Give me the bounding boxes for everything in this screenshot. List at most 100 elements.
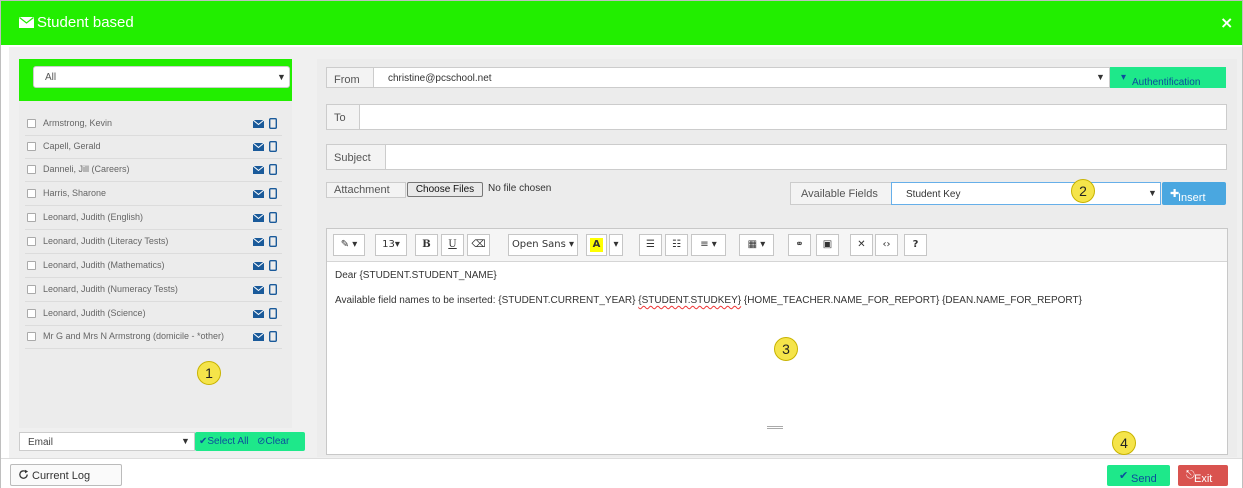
recipient-filter-value: All xyxy=(45,72,57,83)
recipient-checkbox[interactable] xyxy=(27,119,36,128)
from-value: christine@pcschool.net xyxy=(388,73,492,84)
recipient-name: Capell, Gerald xyxy=(43,141,101,151)
list-item[interactable]: Leonard, Judith (English) xyxy=(25,208,282,230)
font-family-button[interactable]: Open Sans ▾ xyxy=(508,234,578,256)
authentification-label: Authentification xyxy=(1132,77,1201,88)
recipient-checkbox[interactable] xyxy=(27,261,36,270)
list-item[interactable]: Danneli, Jill (Careers) xyxy=(25,160,282,182)
insert-label: Insert xyxy=(1178,192,1206,204)
subject-input[interactable] xyxy=(385,144,1227,170)
subject-label: Subject xyxy=(326,144,386,170)
envelope-icon xyxy=(253,310,264,318)
to-input[interactable] xyxy=(359,104,1227,130)
underline-button[interactable]: U xyxy=(441,234,464,256)
font-family-value: Open Sans xyxy=(511,239,566,250)
caret-down-icon: ▼ xyxy=(1148,188,1157,198)
from-label: From xyxy=(326,67,374,88)
callout-badge-2: 2 xyxy=(1071,179,1095,203)
caret-down-icon: ▼ xyxy=(181,436,190,446)
from-label-text: From xyxy=(334,74,360,86)
send-button[interactable]: ✔ Send xyxy=(1107,465,1170,486)
recipient-checkbox[interactable] xyxy=(27,165,36,174)
envelope-icon xyxy=(253,143,264,151)
text-color-button[interactable]: A xyxy=(586,234,607,256)
image-icon[interactable]: ▣ xyxy=(816,234,839,256)
mobile-phone-icon xyxy=(269,141,277,152)
from-select[interactable]: christine@pcschool.net ▼ xyxy=(373,67,1110,88)
recipient-name: Leonard, Judith (English) xyxy=(43,212,144,222)
font-size-value: 13 xyxy=(382,239,395,250)
mobile-phone-icon xyxy=(269,260,277,271)
select-all-button[interactable]: ✔Select All xyxy=(199,436,249,447)
unordered-list-icon[interactable]: ☷ xyxy=(665,234,688,256)
color-dropdown-caret[interactable]: ▾ xyxy=(609,234,623,256)
available-fields-label: Available Fields xyxy=(790,182,892,205)
list-item[interactable]: Harris, Sharone xyxy=(25,184,282,206)
link-icon[interactable]: ⚭ xyxy=(788,234,811,256)
eraser-icon[interactable]: ⌫ xyxy=(467,234,490,256)
insert-button[interactable]: ✚ Insert xyxy=(1162,182,1226,205)
editor-content[interactable]: Dear {STUDENT.STUDENT_NAME} Available fi… xyxy=(335,270,1082,306)
style-pen-button[interactable]: ✎ ▾ xyxy=(333,234,365,256)
editor-toolbar: ✎ ▾ 13▾ B U ⌫ Open Sans ▾ A ▾ ☰ ☷ ≡ ▾ ▦ … xyxy=(327,229,1227,262)
recipient-name: Mr G and Mrs N Armstrong (domicile - *ot… xyxy=(43,331,225,341)
available-fields-label-text: Available Fields xyxy=(801,188,878,200)
choose-files-button[interactable]: Choose Files xyxy=(407,182,483,197)
envelope-icon xyxy=(253,238,264,246)
mobile-phone-icon xyxy=(269,236,277,247)
line2-suffix: {HOME_TEACHER.NAME_FOR_REPORT} {DEAN.NAM… xyxy=(741,295,1082,306)
mobile-phone-icon xyxy=(269,188,277,199)
font-size-button[interactable]: 13▾ xyxy=(375,234,407,256)
list-item[interactable]: Leonard, Judith (Numeracy Tests) xyxy=(25,280,282,302)
mobile-phone-icon xyxy=(269,308,277,319)
send-mode-select[interactable]: Email ▼ xyxy=(19,432,195,451)
recipient-checkbox[interactable] xyxy=(27,189,36,198)
list-item[interactable]: Capell, Gerald xyxy=(25,137,282,159)
bold-button[interactable]: B xyxy=(415,234,438,256)
selection-actions: ✔Select All ⊘Clear xyxy=(195,432,305,451)
editor-line-1: Dear {STUDENT.STUDENT_NAME} xyxy=(335,270,497,281)
caret-down-icon: ▼ xyxy=(277,72,286,82)
align-icon[interactable]: ≡ ▾ xyxy=(691,234,726,256)
subject-label-text: Subject xyxy=(334,152,371,164)
envelope-icon xyxy=(253,262,264,270)
current-log-label: Current Log xyxy=(32,470,91,482)
callout-badge-1: 1 xyxy=(197,361,221,385)
send-mode-value: Email xyxy=(28,437,54,448)
clear-label: Clear xyxy=(265,436,290,447)
authentification-dropdown[interactable]: Authentification ▾ xyxy=(1110,67,1226,88)
ordered-list-icon[interactable]: ☰ xyxy=(639,234,662,256)
dialog-title: Student based xyxy=(37,14,134,31)
recipient-name: Armstrong, Kevin xyxy=(43,118,113,128)
title-bar: Student based × xyxy=(1,1,1242,45)
refresh-icon xyxy=(19,469,29,479)
recipient-checkbox[interactable] xyxy=(27,285,36,294)
available-fields-select[interactable]: Student Key ▼ xyxy=(891,182,1161,205)
recipient-checkbox[interactable] xyxy=(27,309,36,318)
editor-resize-handle[interactable] xyxy=(767,426,783,429)
list-item[interactable]: Mr G and Mrs N Armstrong (domicile - *ot… xyxy=(25,327,282,349)
recipient-checkbox[interactable] xyxy=(27,213,36,222)
no-file-text: No file chosen xyxy=(488,183,552,194)
recipient-checkbox[interactable] xyxy=(27,332,36,341)
recipient-filter-select[interactable]: All ▼ xyxy=(33,66,290,88)
exit-button[interactable]: ⎋ Exit xyxy=(1178,465,1228,486)
list-item[interactable]: Leonard, Judith (Science) xyxy=(25,304,282,326)
callout-badge-4: 4 xyxy=(1112,431,1136,455)
list-item[interactable]: Leonard, Judith (Literacy Tests) xyxy=(25,232,282,254)
current-log-button[interactable]: Current Log xyxy=(10,464,122,486)
close-icon[interactable]: × xyxy=(1220,13,1233,32)
list-item[interactable]: Armstrong, Kevin xyxy=(25,114,282,136)
envelope-icon xyxy=(253,286,264,294)
fullscreen-icon[interactable]: ✕ xyxy=(850,234,873,256)
caret-down-icon: ▼ xyxy=(1096,72,1105,82)
code-view-icon[interactable]: ‹› xyxy=(875,234,898,256)
recipient-checkbox[interactable] xyxy=(27,237,36,246)
list-item[interactable]: Leonard, Judith (Mathematics) xyxy=(25,256,282,278)
attachment-label-text: Attachment xyxy=(334,184,390,196)
table-icon[interactable]: ▦ ▾ xyxy=(739,234,774,256)
recipient-checkbox[interactable] xyxy=(27,142,36,151)
help-button[interactable]: ? xyxy=(904,234,927,256)
clear-button[interactable]: ⊘Clear xyxy=(257,436,289,447)
attachment-label: Attachment xyxy=(326,182,406,198)
